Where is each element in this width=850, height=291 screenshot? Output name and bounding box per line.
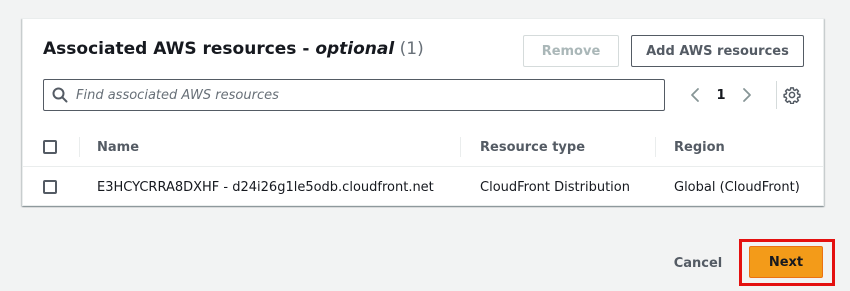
pagination-divider [776,81,777,109]
column-divider [655,137,656,157]
row-select-cell [43,167,57,207]
cancel-button[interactable]: Cancel [668,248,728,278]
column-divider [79,137,80,157]
table-row[interactable]: E3HCYCRRA8DXHF - d24i26g1le5odb.cloudfro… [23,167,823,207]
panel-title-optional: optional [315,39,395,59]
column-header-region[interactable]: Region [674,127,725,167]
row-resource-type: CloudFront Distribution [480,179,630,195]
panel-title-count: (1) [394,39,424,59]
column-divider [460,137,461,157]
column-header-name[interactable]: Name [97,127,139,167]
row-name: E3HCYCRRA8DXHF - d24i26g1le5odb.cloudfro… [97,179,434,195]
add-aws-resources-button[interactable]: Add AWS resources [631,35,804,67]
resources-table: Name Resource type Region E3HCYCRRA8DXHF… [23,127,823,207]
select-all-cell [43,127,57,167]
gear-icon[interactable] [779,81,805,109]
next-button[interactable]: Next [749,246,823,278]
search-icon [44,80,76,110]
remove-button[interactable]: Remove [523,35,619,67]
associated-resources-panel: Associated AWS resources - optional (1) … [22,18,824,206]
search-field[interactable] [43,79,665,111]
row-region: Global (CloudFront) [674,179,800,195]
column-header-resource-type[interactable]: Resource type [480,127,585,167]
chevron-left-icon[interactable] [683,81,707,109]
table-header-row: Name Resource type Region [23,127,823,167]
pagination: 1 [683,81,759,109]
search-input[interactable] [76,81,636,109]
panel-title: Associated AWS resources - optional (1) [43,39,424,59]
select-all-checkbox[interactable] [43,140,57,154]
chevron-right-icon[interactable] [735,81,759,109]
panel-title-main: Associated AWS resources - [43,39,316,59]
page-number[interactable]: 1 [707,88,735,103]
row-checkbox[interactable] [43,180,57,194]
